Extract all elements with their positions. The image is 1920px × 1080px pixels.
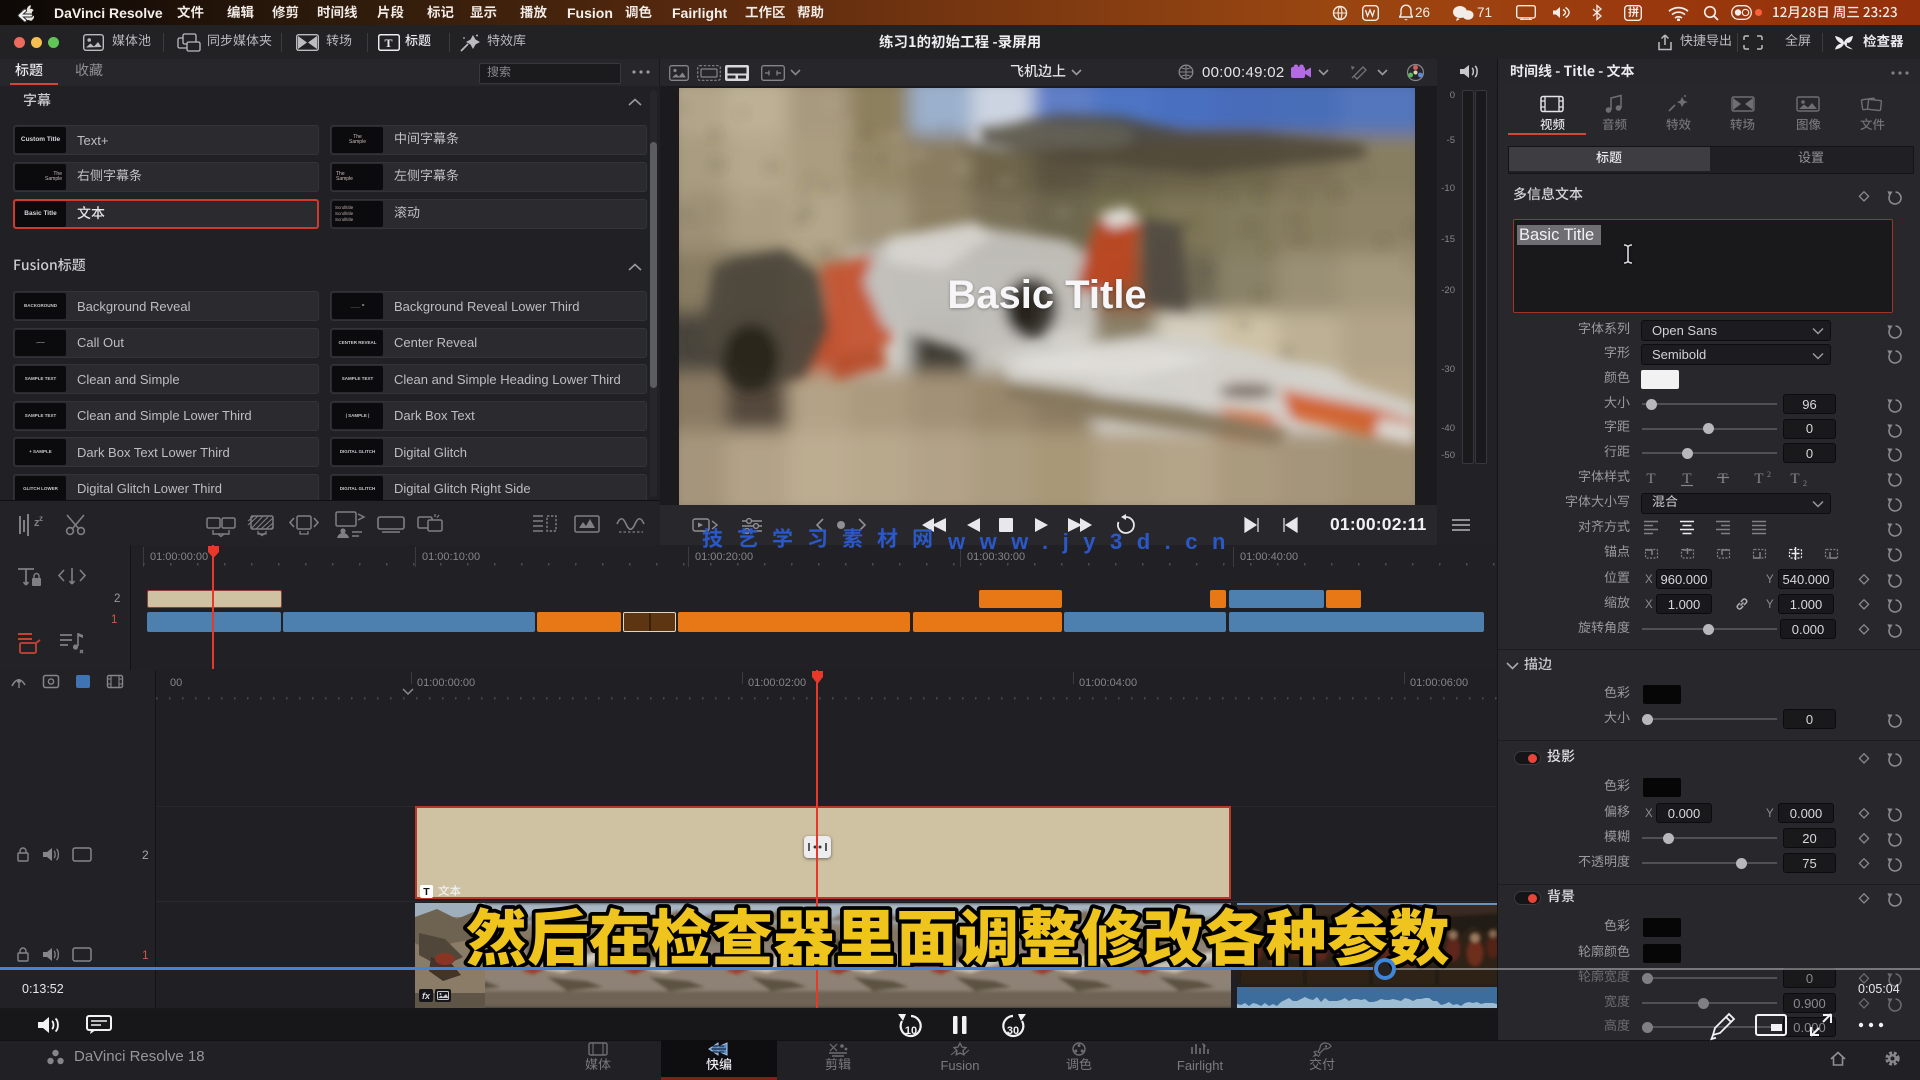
svg-text:T: T	[1718, 471, 1727, 487]
svg-text:T: T	[1682, 471, 1691, 487]
svg-text:2: 2	[1767, 470, 1771, 479]
svg-text:T: T	[384, 36, 392, 50]
svg-text:T: T	[1790, 471, 1799, 487]
svg-text:2: 2	[1803, 479, 1807, 487]
svg-text:T: T	[1754, 471, 1763, 487]
svg-text:T: T	[1646, 471, 1655, 487]
svg-text:z: z	[39, 514, 43, 523]
svg-text:30: 30	[1007, 1025, 1019, 1037]
svg-text:10: 10	[905, 1025, 917, 1037]
